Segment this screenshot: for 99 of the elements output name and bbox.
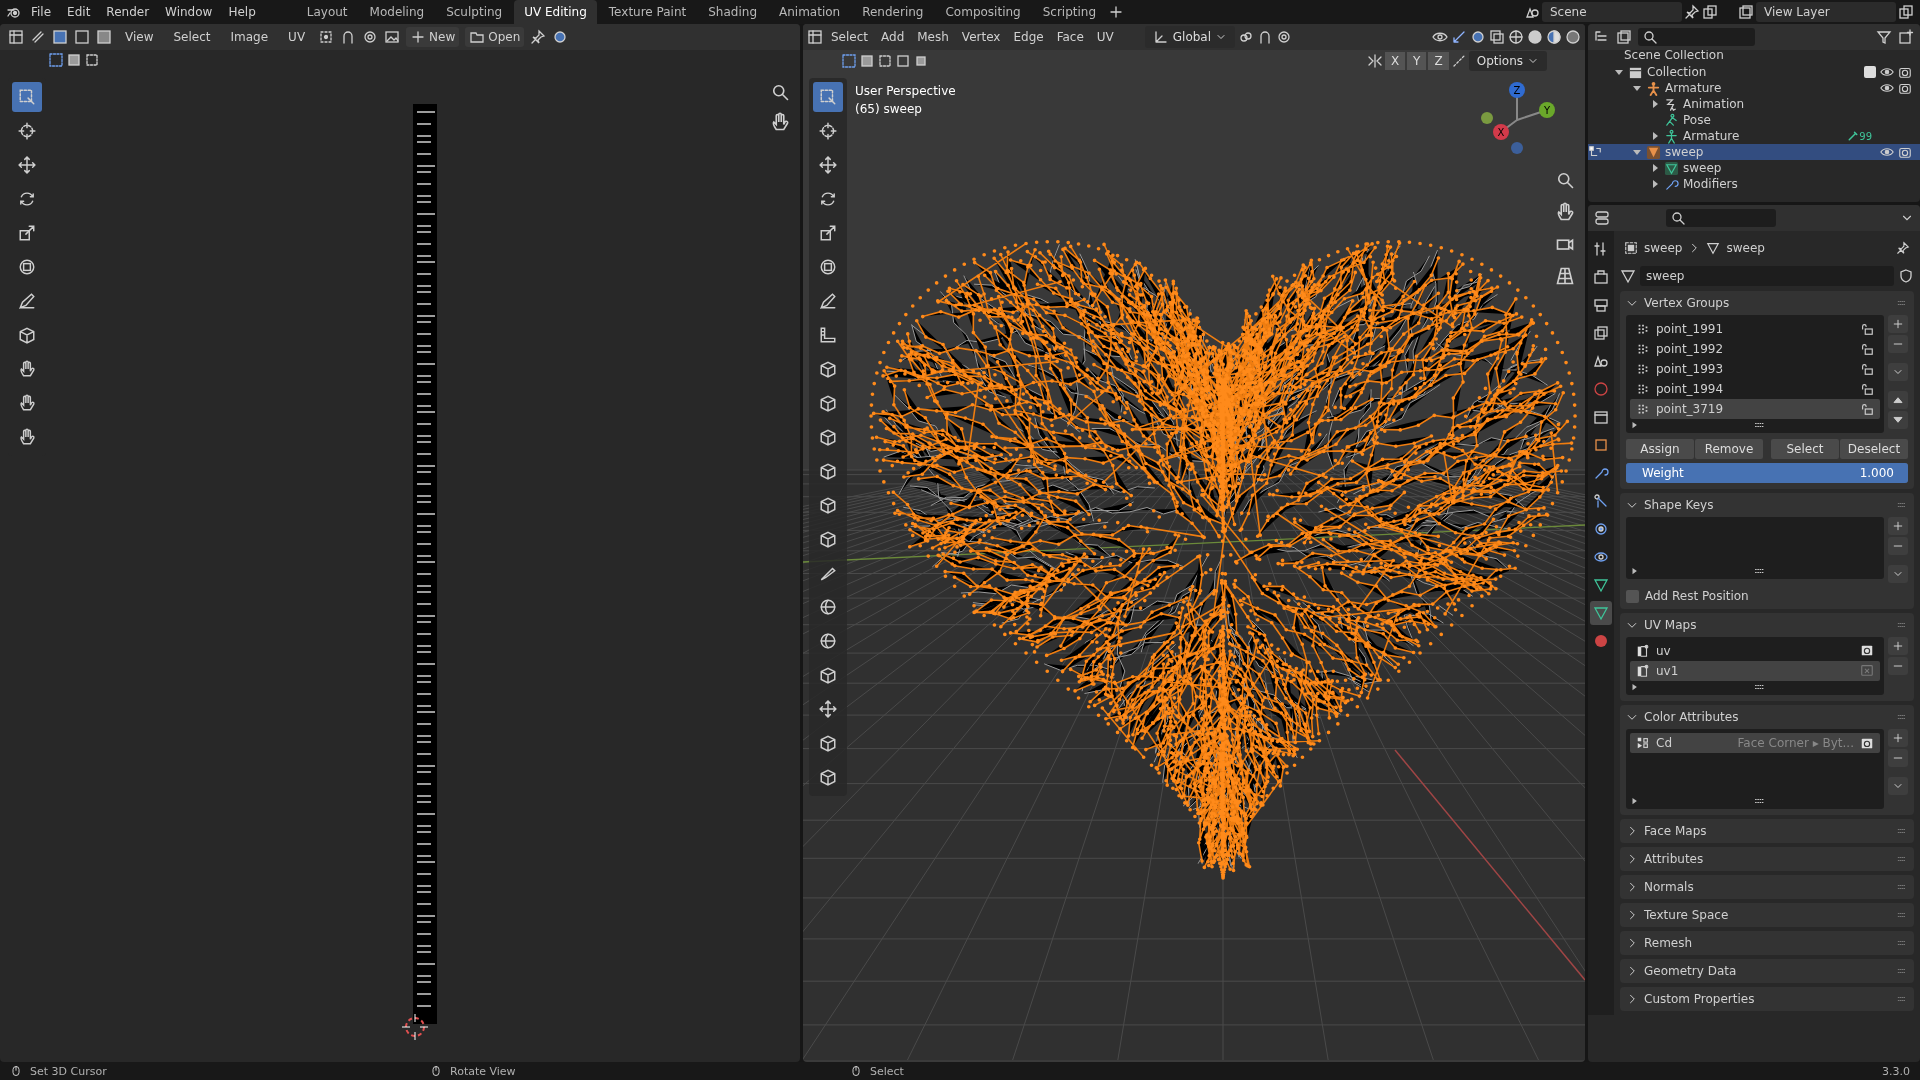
weight-slider[interactable]: Weight 1.000 <box>1626 463 1908 483</box>
panel-header[interactable]: Color Attributes <box>1626 705 1908 729</box>
outliner-item-label: Armature <box>1665 81 1723 95</box>
panel-header[interactable]: Attributes <box>1626 847 1908 871</box>
vertex-group-row[interactable]: point_1994 <box>1630 379 1880 399</box>
menu-item[interactable]: Select <box>166 28 218 46</box>
status-hint: Select <box>870 1064 904 1078</box>
vertex-group-action-button[interactable]: Assign <box>1626 439 1694 459</box>
workspace-tab[interactable]: Modeling <box>359 0 435 24</box>
menu-item[interactable]: Vertex <box>956 28 1006 46</box>
object-info: (65) sweep <box>855 101 923 118</box>
menu-item[interactable]: UV <box>1091 28 1119 46</box>
menu-item[interactable]: UV <box>281 28 313 46</box>
outliner-row[interactable]: Pose <box>1588 112 1920 128</box>
outliner-row[interactable]: Animation <box>1588 96 1920 112</box>
outliner-row[interactable]: Collection <box>1588 64 1920 80</box>
panel-header[interactable]: Normals <box>1626 875 1908 899</box>
status-hint: Rotate View <box>450 1064 516 1078</box>
outliner-item-label: Armature <box>1683 129 1741 143</box>
open-image-button[interactable]: Open <box>465 27 525 47</box>
menu-item[interactable]: Window <box>158 3 220 21</box>
vertex-group-row[interactable]: point_1992 <box>1630 339 1880 359</box>
breadcrumb-item: sweep <box>1726 241 1765 255</box>
breadcrumb-item: sweep <box>1644 241 1683 255</box>
vertex-group-name: point_1992 <box>1656 342 1725 356</box>
panel-header[interactable]: Custom Properties <box>1626 987 1908 1011</box>
mirror-axis-toggle[interactable]: Z <box>1428 52 1449 70</box>
workspace-tab[interactable]: Animation <box>769 0 851 24</box>
mirror-axis-toggle[interactable]: Y <box>1407 52 1427 70</box>
outliner-row[interactable]: Modifiers <box>1588 176 1920 192</box>
view-layer-field[interactable]: View Layer <box>1756 2 1896 22</box>
panel-header[interactable]: UV Maps <box>1626 613 1908 637</box>
panel-header[interactable]: Vertex Groups <box>1626 291 1908 315</box>
outliner-item-label: sweep <box>1683 161 1723 175</box>
menu-item[interactable]: Mesh <box>912 28 954 46</box>
panel-header[interactable]: Shape Keys <box>1626 493 1908 517</box>
workspace-tab[interactable]: Shading <box>698 0 767 24</box>
workspace-tab[interactable]: Texture Paint <box>598 0 697 24</box>
navigation-gizmo-drawing[interactable]: Z Y X <box>1477 80 1557 160</box>
panel-header[interactable]: Face Maps <box>1626 819 1908 843</box>
vertex-group-action-button[interactable]: Remove <box>1695 439 1763 459</box>
status-hint: Set 3D Cursor <box>30 1064 107 1078</box>
workspace-tab[interactable]: Rendering <box>852 0 934 24</box>
workspace-tab[interactable]: Scripting <box>1032 0 1107 24</box>
workspace-tab[interactable]: Sculpting <box>436 0 513 24</box>
workspace-tab[interactable]: UV Editing <box>514 0 597 24</box>
orientation-dropdown[interactable]: Global <box>1144 26 1236 48</box>
options-dropdown[interactable]: Options <box>1468 51 1547 71</box>
menu-item[interactable]: Edge <box>1008 28 1049 46</box>
outliner-row[interactable]: Armature 99 <box>1588 128 1920 144</box>
vertex-group-name: point_3719 <box>1656 402 1725 416</box>
color-attribute-row[interactable]: Cd Face Corner ▸ Byt... <box>1630 733 1880 753</box>
outliner-row[interactable]: sweep <box>1588 144 1920 160</box>
slider-value: 1.000 <box>1859 466 1894 480</box>
mesh-datablock-field[interactable]: sweep <box>1640 266 1894 286</box>
outliner-item-label: Modifiers <box>1683 177 1739 191</box>
vertex-group-action-button[interactable]: Select <box>1771 439 1839 459</box>
uv-map-name: uv1 <box>1656 664 1680 678</box>
version-label: 3.3.0 <box>1882 1064 1910 1078</box>
menu-item[interactable]: Face <box>1051 28 1089 46</box>
panel-header[interactable]: Geometry Data <box>1626 959 1908 983</box>
menu-item[interactable]: Select <box>826 28 874 46</box>
new-image-button[interactable]: New <box>406 27 460 47</box>
vertex-group-name: point_1993 <box>1656 362 1725 376</box>
menu-item[interactable]: Add <box>876 28 910 46</box>
outliner-item-label: Pose <box>1683 113 1712 127</box>
vertex-group-row[interactable]: point_1991 <box>1630 319 1880 339</box>
outliner-row[interactable]: sweep <box>1588 160 1920 176</box>
menu-item[interactable]: File <box>24 3 59 21</box>
menu-item[interactable]: Help <box>221 3 263 21</box>
panel-header[interactable]: Remesh <box>1626 931 1908 955</box>
attribute-domain: Face Corner ▸ Byt... <box>1737 736 1854 750</box>
outliner-item-label: Animation <box>1683 97 1746 111</box>
vertex-group-name: point_1991 <box>1656 322 1725 336</box>
outliner-item-label: sweep <box>1665 145 1705 159</box>
outliner-row[interactable]: Armature <box>1588 80 1920 96</box>
uv-map-row[interactable]: uv <box>1630 641 1880 661</box>
vertex-group-name: point_1994 <box>1656 382 1725 396</box>
scene-field[interactable]: Scene <box>1542 2 1682 22</box>
slider-label: Weight <box>1642 466 1684 480</box>
workspace-tab[interactable]: Compositing <box>935 0 1031 24</box>
menu-item[interactable]: Image <box>223 28 276 46</box>
outliner-item-label: Collection <box>1647 65 1708 79</box>
menu-item[interactable]: Render <box>99 3 157 21</box>
vertex-group-action-button[interactable]: Deselect <box>1840 439 1908 459</box>
scene-collection-label: Scene Collection <box>1623 50 1725 64</box>
view-name: User Perspective <box>855 83 956 100</box>
uv-map-name: uv <box>1656 644 1672 658</box>
bone-count-label: 99 <box>1859 130 1872 142</box>
panel-header[interactable]: Texture Space <box>1626 903 1908 927</box>
uv-map-row[interactable]: uv1 <box>1630 661 1880 681</box>
workspace-tab[interactable]: Layout <box>296 0 358 24</box>
vertex-group-row[interactable]: point_1993 <box>1630 359 1880 379</box>
checkbox-label: Add Rest Position <box>1645 589 1749 603</box>
menu-item[interactable]: Edit <box>60 3 98 21</box>
color-attribute-name: Cd <box>1656 736 1673 750</box>
vertex-group-row[interactable]: point_3719 <box>1630 399 1880 419</box>
mirror-axis-toggle[interactable]: X <box>1384 52 1406 70</box>
menu-item[interactable]: View <box>118 28 161 46</box>
